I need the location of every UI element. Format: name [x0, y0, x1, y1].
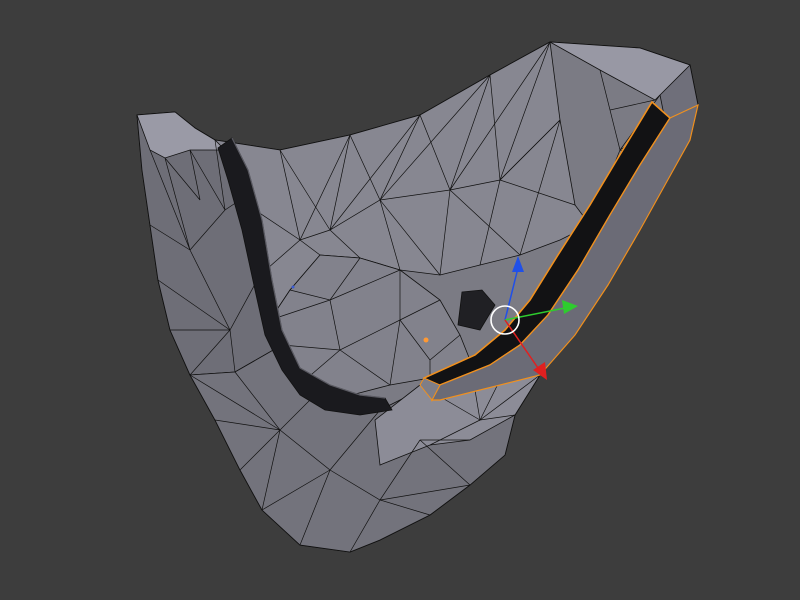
- mesh-scene[interactable]: [0, 0, 800, 600]
- secondary-origin-dot: [291, 285, 295, 289]
- mesh-object[interactable]: [136, 41, 699, 553]
- object-origin-dot[interactable]: [423, 337, 429, 343]
- 3d-viewport[interactable]: [0, 0, 800, 600]
